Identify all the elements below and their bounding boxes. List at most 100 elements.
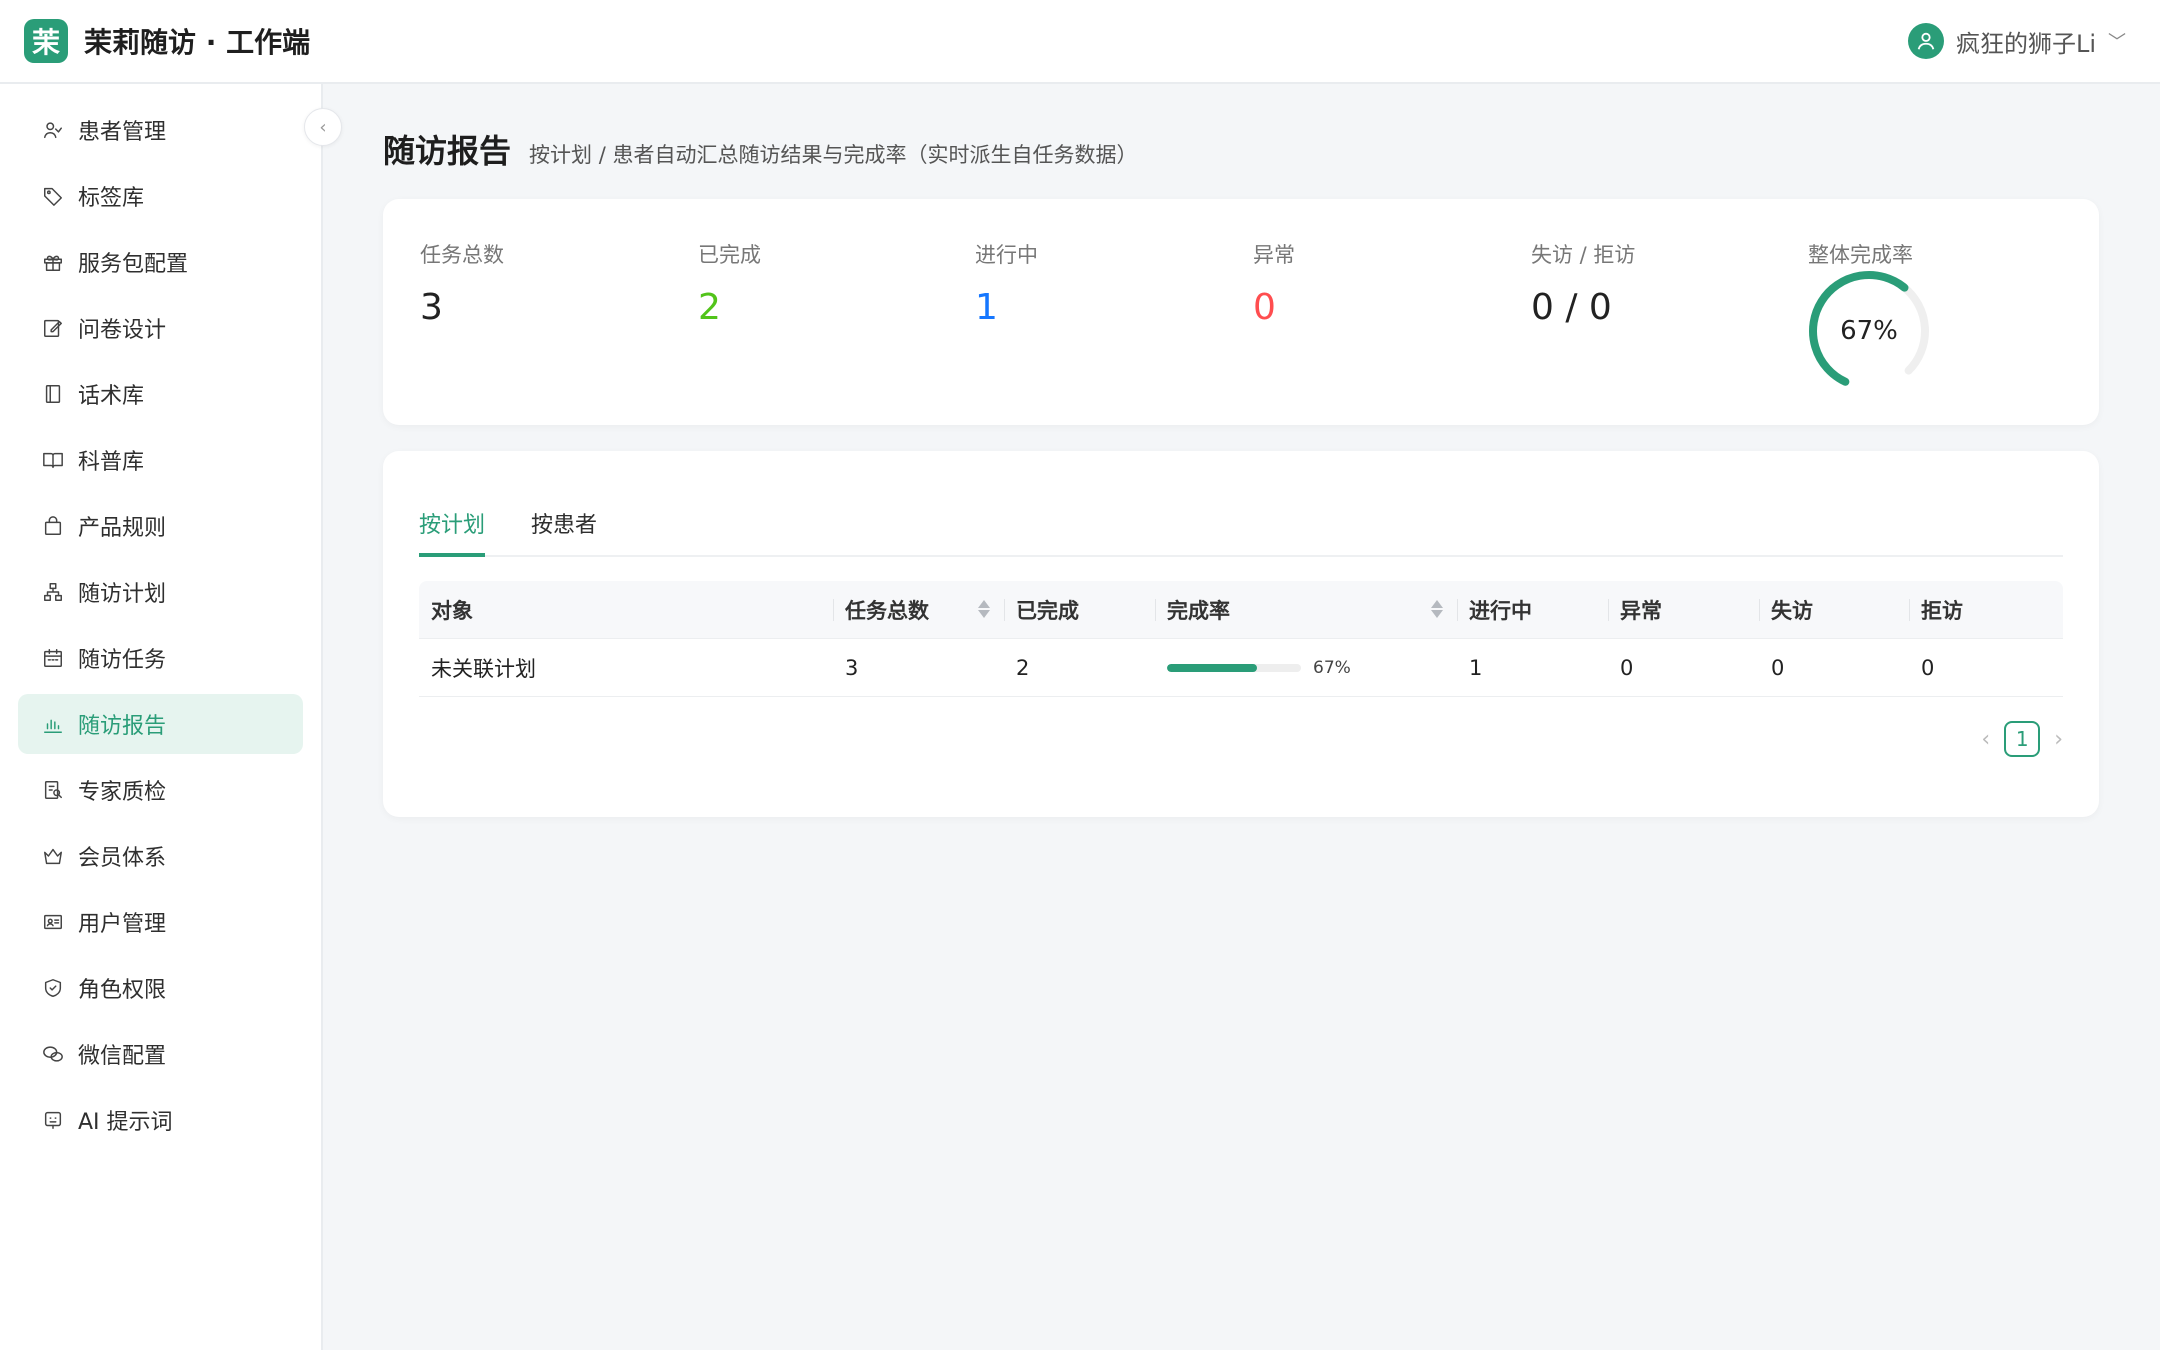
sidebar-item-bag[interactable]: 产品规则 bbox=[18, 496, 303, 556]
sidebar-item-label: 服务包配置 bbox=[78, 252, 189, 277]
rate-progress: 67% bbox=[1167, 658, 1351, 678]
wechat-icon bbox=[42, 1043, 64, 1065]
stat-label: 已完成 bbox=[698, 243, 761, 267]
sidebar-item-label: 标签库 bbox=[78, 186, 145, 211]
table-header: 对象 任务总数 已完成 完成率 进行中 异常 失访 拒访 bbox=[419, 581, 2063, 639]
col-total[interactable]: 任务总数 bbox=[833, 581, 1004, 638]
cell-rate: 67% bbox=[1155, 639, 1457, 696]
user-menu[interactable]: 疯狂的狮子Li ﹀ bbox=[1907, 23, 2126, 59]
sidebar-item-label: 科普库 bbox=[78, 450, 145, 475]
tab-by-plan[interactable]: 按计划 bbox=[419, 507, 486, 557]
stat-label: 异常 bbox=[1253, 243, 1295, 267]
bar-chart-icon bbox=[42, 713, 64, 735]
sort-icon[interactable] bbox=[1431, 600, 1443, 618]
brand: 茉 茉莉随访 · 工作端 bbox=[24, 19, 310, 63]
stat-done: 已完成 2 bbox=[698, 239, 761, 328]
collapse-sidebar-button[interactable]: ‹ bbox=[304, 108, 342, 146]
app-title: 茉莉随访 · 工作端 bbox=[84, 26, 311, 59]
app-logo: 茉 bbox=[24, 19, 68, 63]
sidebar-item-label: 微信配置 bbox=[78, 1044, 167, 1069]
completion-gauge: 67% bbox=[1807, 269, 1931, 393]
page-title: 随访报告 bbox=[383, 132, 512, 170]
pagination: ‹ 1 › bbox=[1981, 721, 2063, 757]
book-icon bbox=[42, 383, 64, 405]
sort-icon[interactable] bbox=[978, 600, 990, 618]
sidebar-item-label: 角色权限 bbox=[78, 978, 167, 1003]
sidebar-item-patients[interactable]: 患者管理 bbox=[18, 100, 303, 160]
stat-label: 失访 / 拒访 bbox=[1531, 243, 1636, 267]
page-header: 随访报告 按计划 / 患者自动汇总随访结果与完成率（实时派生自任务数据） bbox=[383, 126, 1137, 172]
stat-rate: 整体完成率 bbox=[1808, 239, 1913, 269]
chevron-down-icon: ﹀ bbox=[2108, 32, 2126, 53]
col-ongoing: 进行中 bbox=[1457, 581, 1608, 638]
stat-value: 2 bbox=[698, 287, 721, 328]
stat-value: 0 bbox=[1253, 287, 1276, 328]
sidebar-item-org-chart[interactable]: 随访计划 bbox=[18, 562, 303, 622]
tab-by-patient[interactable]: 按患者 bbox=[531, 507, 597, 553]
sidebar-nav: 患者管理标签库服务包配置问卷设计话术库科普库产品规则随访计划随访任务 随访报告专家… bbox=[0, 84, 321, 1150]
sidebar-item-label: 会员体系 bbox=[78, 846, 167, 871]
sidebar-item-label: 话术库 bbox=[78, 384, 145, 409]
cell-abnormal: 0 bbox=[1620, 655, 1634, 680]
sidebar-item-label: 问卷设计 bbox=[78, 318, 167, 343]
progress-text: 67% bbox=[1313, 657, 1351, 678]
sidebar-item-label: 患者管理 bbox=[78, 120, 167, 145]
col-lost: 失访 bbox=[1759, 581, 1909, 638]
cell-total: 3 bbox=[845, 655, 859, 680]
sidebar-item-book[interactable]: 话术库 bbox=[18, 364, 303, 424]
cell-refused: 0 bbox=[1921, 655, 1935, 680]
sidebar-item-label: 专家质检 bbox=[78, 780, 167, 805]
tag-icon bbox=[42, 185, 64, 207]
gauge-value: 67% bbox=[1840, 316, 1898, 346]
col-rate[interactable]: 完成率 bbox=[1155, 581, 1457, 638]
sidebar-item-bar-chart[interactable]: 随访报告 bbox=[18, 694, 303, 754]
cell-object: 未关联计划 bbox=[431, 656, 536, 681]
stat-value: 3 bbox=[420, 287, 443, 328]
stat-label: 整体完成率 bbox=[1808, 243, 1913, 267]
robot-icon bbox=[42, 1109, 64, 1131]
sidebar-item-id-card[interactable]: 用户管理 bbox=[18, 892, 303, 952]
cell-done: 2 bbox=[1016, 655, 1030, 680]
stats-card: 任务总数 3 已完成 2 进行中 1 异常 0 失访 / 拒访 0 / 0 整体… bbox=[383, 199, 2099, 425]
id-card-icon bbox=[42, 911, 64, 933]
sidebar-item-shield[interactable]: 角色权限 bbox=[18, 958, 303, 1018]
sidebar-item-edit[interactable]: 问卷设计 bbox=[18, 298, 303, 358]
page-number-current[interactable]: 1 bbox=[2004, 721, 2041, 757]
sidebar-item-robot[interactable]: AI 提示词 bbox=[18, 1090, 303, 1150]
stat-label: 进行中 bbox=[975, 243, 1038, 267]
sidebar-item-calendar[interactable]: 随访任务 bbox=[18, 628, 303, 688]
sidebar-item-label: 随访计划 bbox=[78, 582, 167, 607]
sidebar-item-open-book[interactable]: 科普库 bbox=[18, 430, 303, 490]
gift-icon bbox=[42, 251, 64, 273]
progress-bar bbox=[1167, 663, 1301, 672]
audit-icon bbox=[42, 779, 64, 801]
sidebar-item-label: 用户管理 bbox=[78, 912, 167, 937]
sidebar-item-label: 产品规则 bbox=[78, 516, 167, 541]
table-row[interactable]: 未关联计划 3 2 67% 1 0 0 0 bbox=[419, 639, 2063, 697]
prev-page-icon[interactable]: ‹ bbox=[1981, 727, 1990, 752]
stat-abnormal: 异常 0 bbox=[1253, 239, 1295, 328]
report-table: 对象 任务总数 已完成 完成率 进行中 异常 失访 拒访 未关联计划 3 2 6… bbox=[419, 581, 2063, 697]
user-name: 疯狂的狮子Li bbox=[1955, 29, 2096, 58]
open-book-icon bbox=[42, 449, 64, 471]
stat-ongoing: 进行中 1 bbox=[975, 239, 1038, 328]
col-refused: 拒访 bbox=[1909, 581, 2063, 638]
sidebar-item-crown[interactable]: 会员体系 bbox=[18, 826, 303, 886]
next-page-icon[interactable]: › bbox=[2054, 727, 2063, 752]
sidebar-item-wechat[interactable]: 微信配置 bbox=[18, 1024, 303, 1084]
col-object: 对象 bbox=[431, 598, 473, 623]
sidebar-item-gift[interactable]: 服务包配置 bbox=[18, 232, 303, 292]
stat-total: 任务总数 3 bbox=[420, 239, 504, 328]
org-chart-icon bbox=[42, 581, 64, 603]
col-done: 已完成 bbox=[1004, 581, 1155, 638]
report-tabs: 按计划 按患者 bbox=[419, 507, 2063, 557]
sidebar-item-audit[interactable]: 专家质检 bbox=[18, 760, 303, 820]
cell-ongoing: 1 bbox=[1469, 655, 1483, 680]
stat-value: 0 / 0 bbox=[1531, 287, 1612, 328]
cell-lost: 0 bbox=[1771, 655, 1785, 680]
col-abnormal: 异常 bbox=[1608, 581, 1759, 638]
report-table-card: 按计划 按患者 对象 任务总数 已完成 完成率 进行中 异常 失访 拒访 未关联… bbox=[383, 451, 2099, 817]
page-subtitle: 按计划 / 患者自动汇总随访结果与完成率（实时派生自任务数据） bbox=[529, 143, 1138, 167]
sidebar-item-tag[interactable]: 标签库 bbox=[18, 166, 303, 226]
stat-value: 1 bbox=[975, 287, 998, 328]
